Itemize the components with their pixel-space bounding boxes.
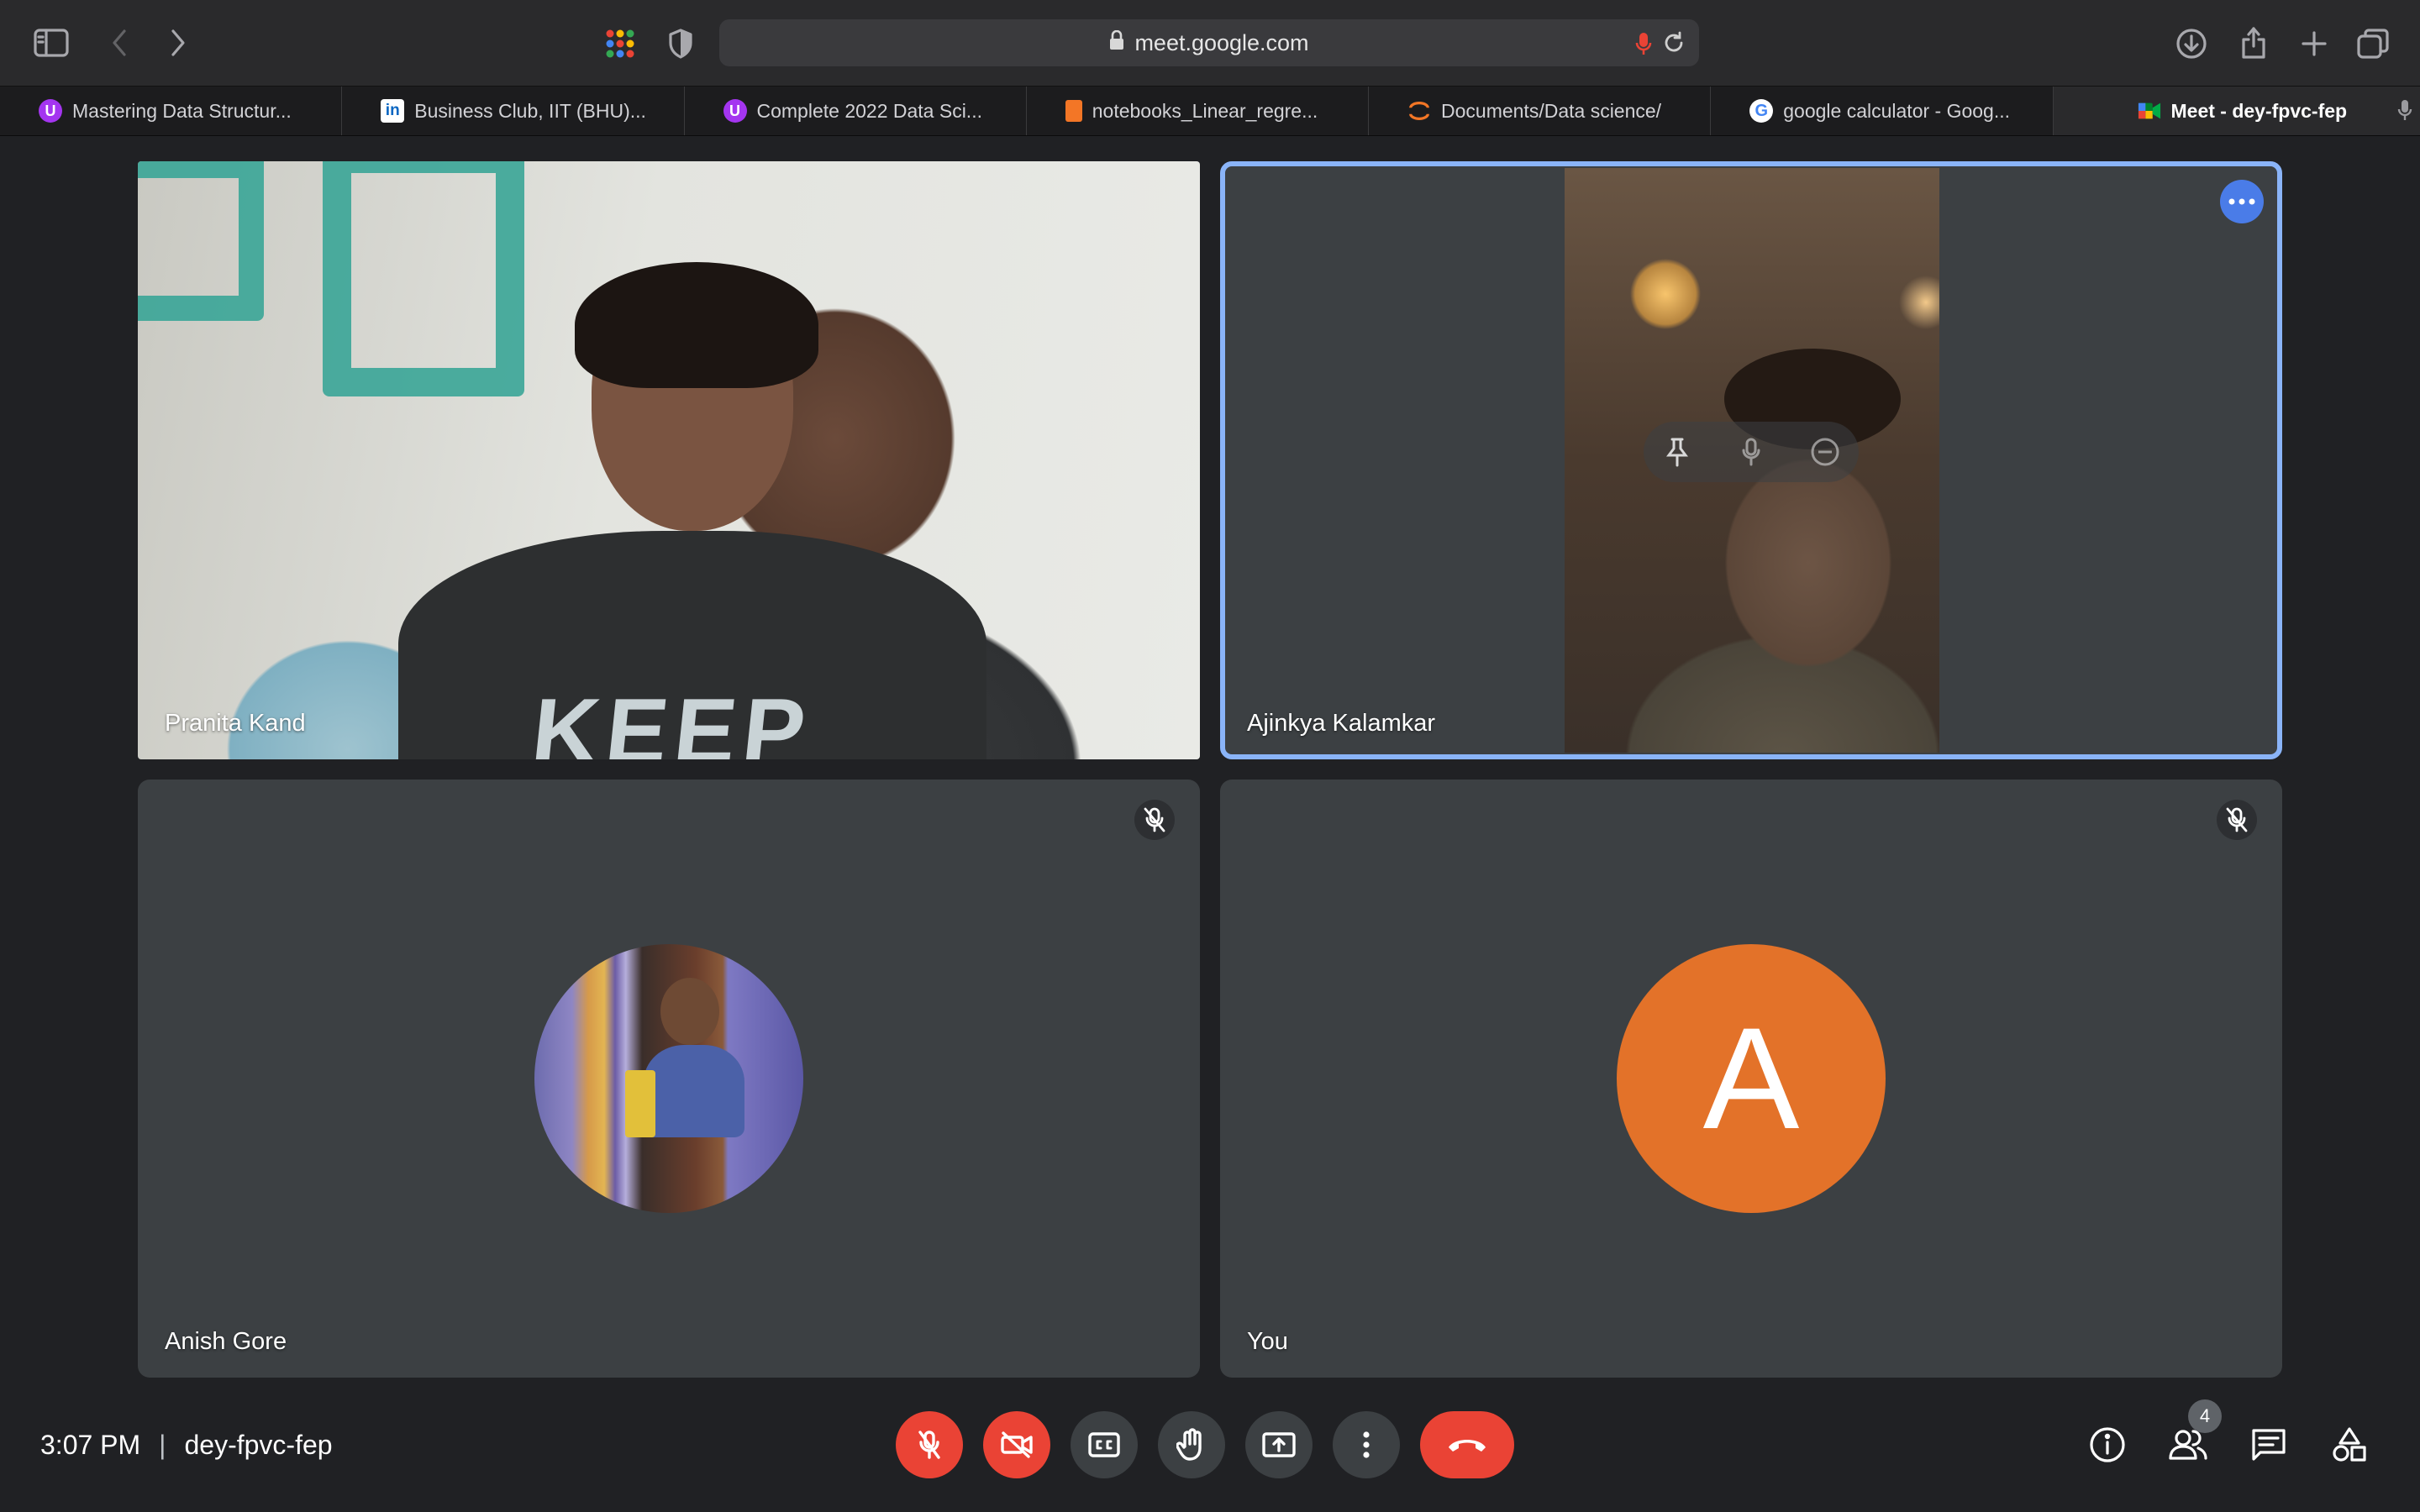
tab-label: Documents/Data science/ <box>1441 99 1662 122</box>
tab-linkedin[interactable]: in Business Club, IIT (BHU)... <box>342 87 685 135</box>
microphone-in-use-icon[interactable] <box>1635 31 1652 60</box>
tab-google-calculator[interactable]: G google calculator - Goog... <box>1711 87 2054 135</box>
participant-video: KEEP <box>138 161 1200 759</box>
leave-call-button[interactable] <box>1420 1411 1514 1478</box>
captions-button[interactable] <box>1071 1411 1138 1478</box>
wall-mirror-frame <box>323 161 524 396</box>
tab-label: Business Club, IIT (BHU)... <box>414 99 646 122</box>
activities-button[interactable] <box>2319 1415 2380 1475</box>
pin-icon[interactable] <box>1657 432 1697 472</box>
participant-name: Anish Gore <box>165 1328 287 1355</box>
tab-notebook[interactable]: notebooks_Linear_regre... <box>1027 87 1369 135</box>
participant-name: Pranita Kand <box>165 710 306 737</box>
wall-mirror-frame <box>138 161 264 321</box>
participant-tile-ajinkya[interactable]: Ajinkya Kalamkar <box>1220 161 2282 759</box>
participant-name: You <box>1247 1328 1288 1355</box>
tab-bar: U Mastering Data Structur... in Business… <box>0 87 2420 136</box>
tab-label: Mastering Data Structur... <box>72 99 292 122</box>
remove-participant-icon[interactable] <box>1805 432 1845 472</box>
udemy-icon: U <box>39 99 62 123</box>
muted-mic-icon <box>2217 800 2257 840</box>
url-text: meet.google.com <box>1134 29 1309 55</box>
raise-hand-button[interactable] <box>1158 1411 1225 1478</box>
participant-count-badge: 4 <box>2188 1399 2222 1433</box>
separator: | <box>159 1430 166 1460</box>
meeting-info: 3:07 PM | dey-fpvc-fep <box>40 1430 333 1461</box>
privacy-shield-icon[interactable] <box>664 25 697 62</box>
chat-button[interactable] <box>2238 1415 2299 1475</box>
avatar-letter: A <box>1702 998 1800 1159</box>
google-icon: G <box>1749 99 1774 123</box>
tab-jupyter-documents[interactable]: Documents/Data science/ <box>1369 87 1712 135</box>
shirt-print-text: KEEP <box>527 680 818 759</box>
avatar-person-shirt <box>644 1045 744 1137</box>
tab-overview-icon[interactable] <box>2354 25 2391 62</box>
sidebar-toggle-icon[interactable] <box>32 25 71 60</box>
lock-icon <box>1109 29 1124 56</box>
meeting-code: dey-fpvc-fep <box>184 1430 333 1460</box>
avatar <box>534 944 803 1213</box>
microphone-toggle-button[interactable] <box>896 1411 963 1478</box>
present-screen-button[interactable] <box>1245 1411 1313 1478</box>
participant-tile-you[interactable]: A You <box>1220 780 2282 1378</box>
apps-grid-icon[interactable] <box>602 25 639 62</box>
forward-icon[interactable] <box>161 25 195 60</box>
more-options-button[interactable] <box>1333 1411 1400 1478</box>
downloads-icon[interactable] <box>2173 25 2210 62</box>
tab-label: Meet - dey-fpvc-fep <box>2170 99 2348 122</box>
meeting-controls-bar: 3:07 PM | dey-fpvc-fep 4 <box>0 1386 2420 1512</box>
tab-audio-icon[interactable] <box>2396 98 2413 129</box>
jupyter-icon <box>1407 99 1431 123</box>
tab-udemy-dsa[interactable]: U Mastering Data Structur... <box>0 87 343 135</box>
reload-icon[interactable] <box>1662 31 1686 59</box>
participant-name: Ajinkya Kalamkar <box>1247 710 1436 737</box>
tab-udemy-datasci[interactable]: U Complete 2022 Data Sci... <box>685 87 1027 135</box>
notebook-icon <box>1065 100 1082 122</box>
meeting-details-button[interactable] <box>2077 1415 2138 1475</box>
camera-toggle-button[interactable] <box>983 1411 1050 1478</box>
muted-mic-icon <box>1134 800 1175 840</box>
back-icon[interactable] <box>103 25 136 60</box>
participant-tile-anish[interactable]: Anish Gore <box>138 780 1200 1378</box>
udemy-icon: U <box>723 99 747 123</box>
meet-icon <box>2138 99 2161 123</box>
share-icon[interactable] <box>2235 22 2272 62</box>
mute-participant-icon[interactable] <box>1731 432 1771 472</box>
new-tab-icon[interactable] <box>2296 25 2333 62</box>
browser-toolbar: meet.google.com <box>0 0 2420 87</box>
avatar: A <box>1617 944 1886 1213</box>
person-hair <box>575 262 818 388</box>
tab-label: Complete 2022 Data Sci... <box>756 99 982 122</box>
avatar-glass <box>625 1070 655 1137</box>
people-button[interactable]: 4 <box>2158 1399 2222 1475</box>
address-bar[interactable]: meet.google.com <box>719 19 1699 66</box>
tab-label: notebooks_Linear_regre... <box>1092 99 1318 122</box>
participant-tile-pranita[interactable]: KEEP Pranita Kand <box>138 161 1200 759</box>
tab-meet[interactable]: Meet - dey-fpvc-fep <box>2053 87 2420 135</box>
tab-label: google calculator - Goog... <box>1783 99 2011 122</box>
linkedin-icon: in <box>381 99 405 123</box>
more-options-button[interactable] <box>2220 180 2264 223</box>
avatar-person <box>660 978 719 1045</box>
meeting-time: 3:07 PM <box>40 1430 141 1460</box>
